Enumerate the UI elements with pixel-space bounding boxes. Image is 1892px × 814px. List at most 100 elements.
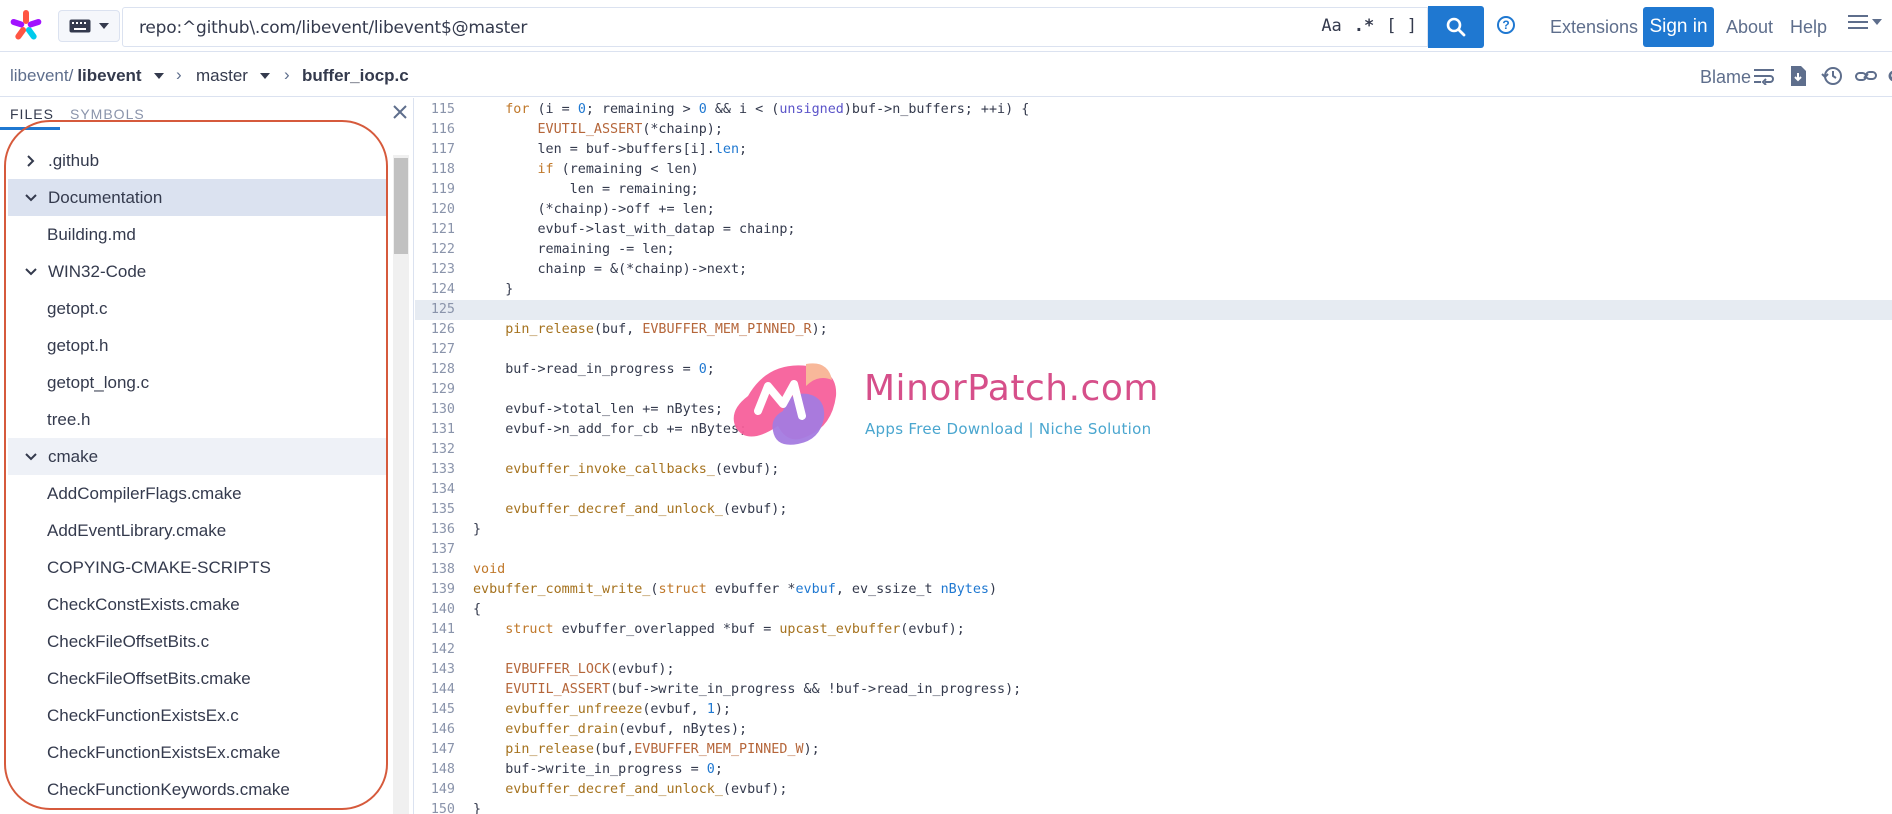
tree-file[interactable]: Building.md xyxy=(8,216,388,253)
file-breadcrumb[interactable]: buffer_iocp.c xyxy=(302,66,409,86)
line-number[interactable]: 137 xyxy=(415,540,455,560)
line-number[interactable]: 138 xyxy=(415,560,455,580)
help-link[interactable]: Help xyxy=(1790,17,1827,38)
github-icon[interactable] xyxy=(1888,65,1892,87)
sourcegraph-logo-icon[interactable] xyxy=(8,8,44,44)
code-line[interactable]: 123 chainp = &(*chainp)->next; xyxy=(415,260,1892,280)
tree-file[interactable]: CheckConstExists.cmake xyxy=(8,586,388,623)
line-number[interactable]: 139 xyxy=(415,580,455,600)
tree-folder[interactable]: Documentation xyxy=(8,179,388,216)
line-number[interactable]: 125 xyxy=(415,300,455,320)
line-number[interactable]: 142 xyxy=(415,640,455,660)
line-number[interactable]: 134 xyxy=(415,480,455,500)
code-line[interactable]: 117 len = buf->buffers[i].len; xyxy=(415,140,1892,160)
code-line[interactable]: 132 xyxy=(415,440,1892,460)
line-number[interactable]: 123 xyxy=(415,260,455,280)
line-number[interactable]: 135 xyxy=(415,500,455,520)
tree-file[interactable]: tree.h xyxy=(8,401,388,438)
code-line[interactable]: 138 void xyxy=(415,560,1892,580)
line-number[interactable]: 127 xyxy=(415,340,455,360)
code-line[interactable]: 130 evbuf->total_len += nBytes; xyxy=(415,400,1892,420)
wrap-lines-icon[interactable] xyxy=(1752,65,1776,87)
repo-breadcrumb[interactable]: libevent/libevent xyxy=(10,66,164,86)
tree-file[interactable]: AddCompilerFlags.cmake xyxy=(8,475,388,512)
line-number[interactable]: 136 xyxy=(415,520,455,540)
tree-folder[interactable]: cmake xyxy=(8,438,388,475)
tab-files[interactable]: FILES xyxy=(10,106,54,122)
tab-symbols[interactable]: SYMBOLS xyxy=(70,106,145,122)
code-line[interactable]: 120 (*chainp)->off += len; xyxy=(415,200,1892,220)
code-line[interactable]: 145 evbuffer_unfreeze(evbuf, 1); xyxy=(415,700,1892,720)
keyboard-mode-button[interactable] xyxy=(58,10,120,42)
code-line[interactable]: 148 buf->write_in_progress = 0; xyxy=(415,760,1892,780)
history-icon[interactable] xyxy=(1820,65,1844,87)
tree-folder[interactable]: .github xyxy=(8,142,388,179)
line-number[interactable]: 129 xyxy=(415,380,455,400)
code-line[interactable]: 146 evbuffer_drain(evbuf, nBytes); xyxy=(415,720,1892,740)
code-line[interactable]: 136} xyxy=(415,520,1892,540)
line-number[interactable]: 128 xyxy=(415,360,455,380)
tree-file[interactable]: getopt_long.c xyxy=(8,364,388,401)
line-number[interactable]: 141 xyxy=(415,620,455,640)
code-line[interactable]: 143 EVBUFFER_LOCK(evbuf); xyxy=(415,660,1892,680)
line-number[interactable]: 121 xyxy=(415,220,455,240)
code-line[interactable]: 140 { xyxy=(415,600,1892,620)
case-sensitive-toggle[interactable]: Aa xyxy=(1321,16,1341,36)
branch-selector[interactable]: master xyxy=(196,66,270,86)
line-number[interactable]: 145 xyxy=(415,700,455,720)
code-line[interactable]: 137 xyxy=(415,540,1892,560)
code-line[interactable]: 115 for (i = 0; remaining > 0 && i < (un… xyxy=(415,100,1892,120)
line-number[interactable]: 146 xyxy=(415,720,455,740)
close-sidebar-button[interactable] xyxy=(390,102,410,124)
line-number[interactable]: 118 xyxy=(415,160,455,180)
line-number[interactable]: 122 xyxy=(415,240,455,260)
search-button[interactable] xyxy=(1428,6,1484,48)
code-line[interactable]: 139 evbuffer_commit_write_(struct evbuffe… xyxy=(415,580,1892,600)
main-menu-button[interactable] xyxy=(1848,14,1882,30)
about-link[interactable]: About xyxy=(1726,17,1773,38)
code-line[interactable]: 119 len = remaining; xyxy=(415,180,1892,200)
sign-in-button[interactable]: Sign in xyxy=(1643,7,1714,47)
tree-file[interactable]: getopt.c xyxy=(8,290,388,327)
code-line[interactable]: 144 EVUTIL_ASSERT(buf->write_in_progress… xyxy=(415,680,1892,700)
code-line[interactable]: 116 EVUTIL_ASSERT(*chainp); xyxy=(415,120,1892,140)
code-line[interactable]: 124 } xyxy=(415,280,1892,300)
structural-search-toggle[interactable]: [ ] xyxy=(1386,16,1417,36)
code-line[interactable]: 149 evbuffer_decref_and_unlock_(evbuf); xyxy=(415,780,1892,800)
line-number[interactable]: 143 xyxy=(415,660,455,680)
line-number[interactable]: 117 xyxy=(415,140,455,160)
line-number[interactable]: 119 xyxy=(415,180,455,200)
tree-file[interactable]: CheckFunctionKeywords.cmake xyxy=(8,771,388,808)
line-number[interactable]: 124 xyxy=(415,280,455,300)
line-number[interactable]: 115 xyxy=(415,100,455,120)
line-number[interactable]: 132 xyxy=(415,440,455,460)
tree-file[interactable]: COPYING-CMAKE-SCRIPTS xyxy=(8,549,388,586)
line-number[interactable]: 133 xyxy=(415,460,455,480)
line-number[interactable]: 148 xyxy=(415,760,455,780)
code-line[interactable]: 126 pin_release(buf, EVBUFFER_MEM_PINNED… xyxy=(415,320,1892,340)
search-query-text[interactable]: repo:^github\.com/libevent/libevent$@mas… xyxy=(139,18,527,38)
search-help-icon[interactable]: ? xyxy=(1497,16,1515,34)
extensions-link[interactable]: Extensions xyxy=(1550,17,1638,38)
line-number[interactable]: 131 xyxy=(415,420,455,440)
line-number[interactable]: 149 xyxy=(415,780,455,800)
tree-file[interactable]: CheckFunctionExistsEx.cmake xyxy=(8,734,388,771)
tree-file[interactable]: CheckFunctionExistsEx.c xyxy=(8,697,388,734)
regex-toggle[interactable]: .* xyxy=(1354,16,1374,36)
line-number[interactable]: 126 xyxy=(415,320,455,340)
code-line[interactable]: 127 xyxy=(415,340,1892,360)
code-line[interactable]: 141 struct evbuffer_overlapped *buf = up… xyxy=(415,620,1892,640)
permalink-icon[interactable] xyxy=(1854,65,1878,87)
code-line[interactable]: 133 evbuffer_invoke_callbacks_(evbuf); xyxy=(415,460,1892,480)
line-number[interactable]: 130 xyxy=(415,400,455,420)
sidebar-scrollbar-thumb[interactable] xyxy=(394,158,408,254)
tree-file[interactable]: getopt.h xyxy=(8,327,388,364)
raw-file-icon[interactable] xyxy=(1786,65,1810,87)
code-line[interactable]: 135 evbuffer_decref_and_unlock_(evbuf); xyxy=(415,500,1892,520)
code-line[interactable]: 118 if (remaining < len) xyxy=(415,160,1892,180)
search-input[interactable]: repo:^github\.com/libevent/libevent$@mas… xyxy=(122,7,1428,47)
code-line[interactable]: 134 xyxy=(415,480,1892,500)
line-number[interactable]: 140 xyxy=(415,600,455,620)
code-line[interactable]: 142 xyxy=(415,640,1892,660)
line-number[interactable]: 144 xyxy=(415,680,455,700)
